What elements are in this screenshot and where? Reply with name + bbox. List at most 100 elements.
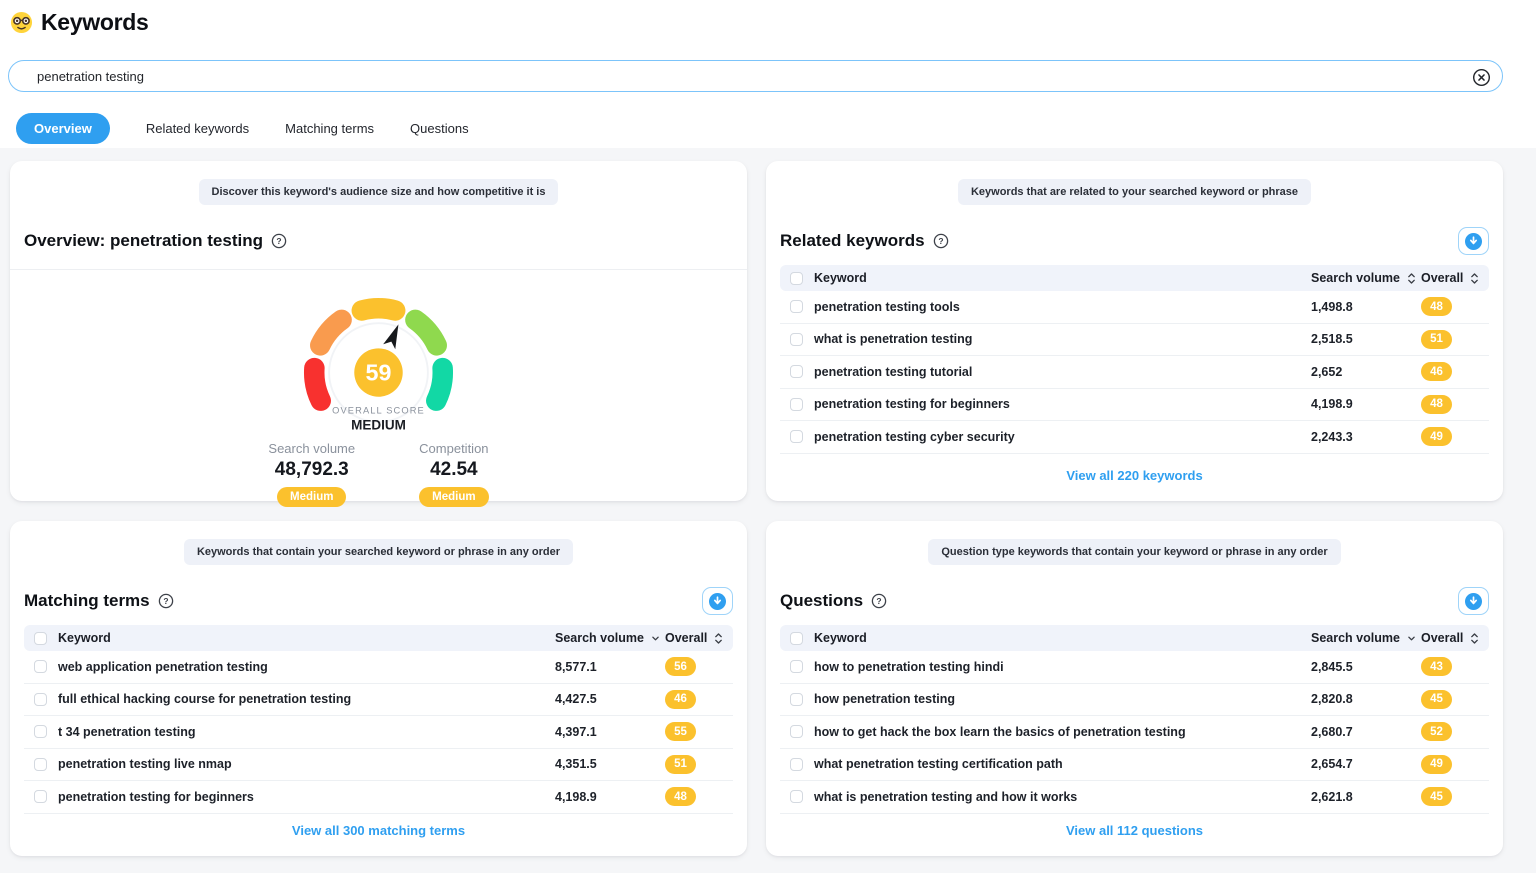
tab-overview[interactable]: Overview <box>16 113 110 144</box>
overall-score-badge: 56 <box>665 657 696 676</box>
sort-overall[interactable]: Overall <box>1421 271 1479 285</box>
row-checkbox[interactable] <box>34 660 47 673</box>
keyword-cell: how to get hack the box learn the basics… <box>814 725 1311 739</box>
arrow-down-circle-icon <box>1465 233 1482 250</box>
overall-score-caption: OVERALL SCORE <box>332 406 425 416</box>
tab-related-keywords[interactable]: Related keywords <box>146 113 249 144</box>
table-row: penetration testing live nmap 4,351.5 51 <box>24 749 733 782</box>
overall-score-badge: 52 <box>1421 722 1452 741</box>
volume-cell: 2,680.7 <box>1311 725 1421 739</box>
volume-cell: 4,198.9 <box>1311 397 1421 411</box>
table-header: Keyword Search volume Overall <box>780 265 1489 291</box>
medium-badge: Medium <box>277 487 346 507</box>
table-row: penetration testing tutorial 2,652 46 <box>780 356 1489 389</box>
circle-question-icon: ? <box>158 593 174 609</box>
overall-score-badge: 49 <box>1421 755 1452 774</box>
select-all-checkbox[interactable] <box>790 632 803 645</box>
table-row: penetration testing tools 1,498.8 48 <box>780 291 1489 324</box>
row-checkbox[interactable] <box>790 300 803 313</box>
keyword-cell: how to penetration testing hindi <box>814 660 1311 674</box>
volume-cell: 4,427.5 <box>555 692 665 706</box>
questions-card: Question type keywords that contain your… <box>766 521 1503 856</box>
sort-search-volume[interactable]: Search volume <box>1311 631 1416 645</box>
row-checkbox[interactable] <box>34 725 47 738</box>
row-checkbox[interactable] <box>790 693 803 706</box>
overview-hint-badge: Discover this keyword's audience size an… <box>199 179 559 205</box>
divider <box>10 269 747 270</box>
volume-cell: 2,518.5 <box>1311 332 1421 346</box>
row-checkbox[interactable] <box>34 693 47 706</box>
clear-search-button[interactable] <box>1471 67 1491 87</box>
row-checkbox[interactable] <box>790 365 803 378</box>
overall-score-badge: 46 <box>665 690 696 709</box>
row-checkbox[interactable] <box>790 333 803 346</box>
svg-text:?: ? <box>938 236 943 246</box>
overview-help-button[interactable]: ? <box>271 233 287 249</box>
table-row: what penetration testing certification p… <box>780 749 1489 782</box>
overall-score-badge: 46 <box>1421 362 1452 381</box>
view-all-keywords-link[interactable]: View all 220 keywords <box>1066 468 1202 483</box>
chevron-down-icon <box>651 635 660 642</box>
row-checkbox[interactable] <box>790 758 803 771</box>
stat-value: 42.54 <box>419 459 488 481</box>
keyword-cell: penetration testing for beginners <box>58 790 555 804</box>
chevron-up-down-icon <box>714 632 723 645</box>
select-all-checkbox[interactable] <box>34 632 47 645</box>
search-input[interactable] <box>9 69 1502 84</box>
matching-download-button[interactable] <box>702 587 733 615</box>
volume-cell: 2,243.3 <box>1311 430 1421 444</box>
overall-score-badge: 51 <box>1421 330 1452 349</box>
overview-stats: Search volume 48,792.3 Medium Competitio… <box>24 441 733 507</box>
view-all-questions-link[interactable]: View all 112 questions <box>1066 823 1203 838</box>
keyword-cell: full ethical hacking course for penetrat… <box>58 692 555 706</box>
search-volume-stat: Search volume 48,792.3 Medium <box>268 441 355 507</box>
related-hint-badge: Keywords that are related to your search… <box>958 179 1311 205</box>
sort-search-volume[interactable]: Search volume <box>1311 271 1416 285</box>
table-header: Keyword Search volume Overall <box>24 625 733 651</box>
volume-cell: 2,654.7 <box>1311 757 1421 771</box>
column-keyword: Keyword <box>814 631 1311 645</box>
overall-score-level: MEDIUM <box>351 417 406 432</box>
questions-card-title: Questions <box>780 591 863 611</box>
sort-overall[interactable]: Overall <box>665 631 723 645</box>
related-help-button[interactable]: ? <box>933 233 949 249</box>
stat-value: 48,792.3 <box>268 459 355 481</box>
cards-grid: Discover this keyword's audience size an… <box>10 161 1503 856</box>
volume-cell: 2,621.8 <box>1311 790 1421 804</box>
keyword-cell: penetration testing for beginners <box>814 397 1311 411</box>
related-download-button[interactable] <box>1458 227 1489 255</box>
stat-label: Search volume <box>268 441 355 456</box>
matching-hint-badge: Keywords that contain your searched keyw… <box>184 539 573 565</box>
table-row: how to penetration testing hindi 2,845.5… <box>780 651 1489 684</box>
row-checkbox[interactable] <box>34 790 47 803</box>
row-checkbox[interactable] <box>790 660 803 673</box>
row-checkbox[interactable] <box>790 725 803 738</box>
matching-help-button[interactable]: ? <box>158 593 174 609</box>
arrow-down-circle-icon <box>709 593 726 610</box>
sort-overall[interactable]: Overall <box>1421 631 1479 645</box>
volume-cell: 2,652 <box>1311 365 1421 379</box>
related-card-title: Related keywords <box>780 231 925 251</box>
tab-questions[interactable]: Questions <box>410 113 469 144</box>
related-keywords-card: Keywords that are related to your search… <box>766 161 1503 501</box>
overview-card-title: Overview: penetration testing <box>24 231 263 251</box>
volume-cell: 1,498.8 <box>1311 300 1421 314</box>
view-all-matching-terms-link[interactable]: View all 300 matching terms <box>292 823 465 838</box>
row-checkbox[interactable] <box>790 398 803 411</box>
questions-help-button[interactable]: ? <box>871 593 887 609</box>
circle-x-icon <box>1472 68 1491 87</box>
chevron-up-down-icon <box>1407 272 1416 285</box>
table-row: how to get hack the box learn the basics… <box>780 716 1489 749</box>
overall-score-badge: 55 <box>665 722 696 741</box>
volume-cell: 4,351.5 <box>555 757 665 771</box>
row-checkbox[interactable] <box>790 430 803 443</box>
row-checkbox[interactable] <box>34 758 47 771</box>
questions-download-button[interactable] <box>1458 587 1489 615</box>
overall-score-badge: 43 <box>1421 657 1452 676</box>
sort-search-volume[interactable]: Search volume <box>555 631 660 645</box>
tab-matching-terms[interactable]: Matching terms <box>285 113 374 144</box>
select-all-checkbox[interactable] <box>790 272 803 285</box>
row-checkbox[interactable] <box>790 790 803 803</box>
overall-score-gauge: 59 OVERALL SCORE MEDIUM <box>24 284 733 435</box>
keyword-cell: what is penetration testing and how it w… <box>814 790 1311 804</box>
